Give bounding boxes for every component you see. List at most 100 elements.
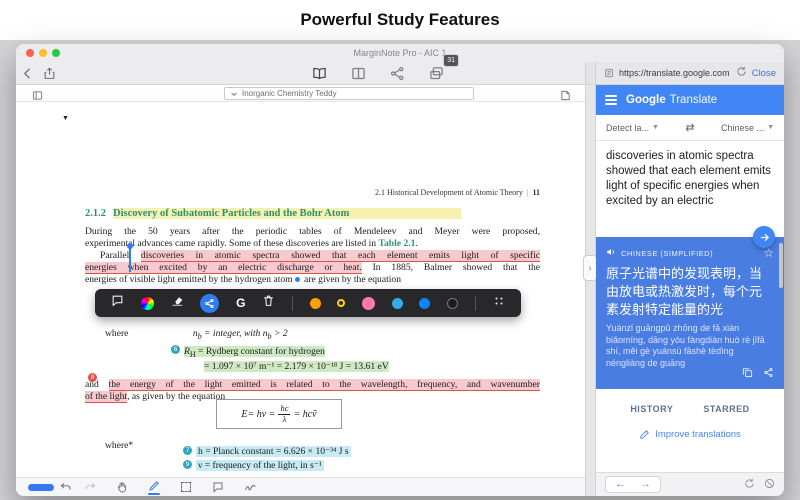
history-tab[interactable]: HISTORY bbox=[630, 404, 673, 414]
pan-tool-button[interactable] bbox=[110, 478, 134, 497]
copy-translation-button[interactable] bbox=[742, 365, 753, 383]
source-language-select[interactable]: Detect la...▼ bbox=[606, 123, 659, 133]
highlighted-text[interactable]: energies when excited by an electric dis… bbox=[85, 262, 362, 274]
note-index-badge[interactable]: 8 bbox=[88, 373, 97, 382]
minimize-window-button[interactable] bbox=[39, 49, 47, 57]
document-tab[interactable]: Inorganic Chemistry Teddy bbox=[224, 87, 474, 100]
note-index-badge[interactable]: 7 bbox=[183, 446, 192, 455]
reload-button[interactable] bbox=[736, 64, 747, 82]
document-tab-label: Inorganic Chemistry Teddy bbox=[242, 89, 337, 98]
color-swatch-yellow[interactable] bbox=[337, 299, 345, 307]
highlighted-text[interactable]: of the light bbox=[85, 391, 127, 403]
share-button[interactable] bbox=[38, 62, 60, 84]
color-swatch-teal[interactable] bbox=[392, 298, 403, 309]
main-toolbar: 31 https://translate.google.com Close bbox=[16, 62, 784, 85]
marquee-select-button[interactable] bbox=[174, 478, 198, 497]
page-icon bbox=[604, 68, 614, 78]
link-note-button[interactable] bbox=[200, 294, 219, 313]
share-icon bbox=[43, 67, 56, 80]
note-index-badge[interactable]: 6 bbox=[171, 345, 180, 354]
delete-button[interactable] bbox=[262, 294, 275, 312]
share-icon bbox=[763, 367, 774, 378]
color-wheel-button[interactable] bbox=[141, 297, 154, 310]
back-button[interactable] bbox=[16, 62, 38, 84]
color-swatch-blue[interactable] bbox=[419, 298, 430, 309]
eraser-button[interactable] bbox=[171, 294, 184, 312]
heading-title: Discovery of Subatomic Particles and the… bbox=[113, 208, 461, 219]
swap-languages-button[interactable]: ⇄ bbox=[685, 121, 694, 134]
scroll-indicator[interactable] bbox=[28, 484, 54, 491]
improve-translations-link[interactable]: Improve translations bbox=[596, 429, 784, 440]
pane-divider[interactable]: › bbox=[585, 85, 596, 496]
target-language-select[interactable]: Chinese ...▼ bbox=[721, 123, 774, 133]
flashcards-count-badge: 31 bbox=[443, 54, 459, 67]
share-node-icon bbox=[204, 298, 215, 309]
redo-button[interactable] bbox=[78, 478, 102, 497]
note-index-badge[interactable]: 9 bbox=[183, 460, 192, 469]
more-options-button[interactable] bbox=[493, 294, 505, 312]
color-swatch-orange[interactable] bbox=[310, 298, 321, 309]
selection-start-handle[interactable] bbox=[129, 248, 131, 272]
highlighted-text[interactable]: the energy of the light emitted is relat… bbox=[109, 379, 540, 391]
annotation-flag-icon[interactable]: ▼ bbox=[62, 115, 69, 122]
footer-tabs: HISTORY STARRED bbox=[596, 389, 784, 414]
window-titlebar: MarginNote Pro - AIC 1 bbox=[16, 44, 784, 62]
close-window-button[interactable] bbox=[26, 49, 34, 57]
listen-button[interactable] bbox=[606, 244, 616, 262]
chevron-right-icon: › bbox=[588, 263, 591, 274]
menu-button[interactable] bbox=[605, 95, 617, 105]
zoom-window-button[interactable] bbox=[52, 49, 60, 57]
flashcards-mode-button[interactable]: 31 bbox=[425, 63, 447, 85]
scribble-tool-button[interactable] bbox=[238, 478, 262, 497]
highlighted-text[interactable]: discoveries in atomic spectra showed tha… bbox=[141, 250, 540, 262]
nav-back-button[interactable]: ← bbox=[615, 478, 626, 491]
star-translation-button[interactable]: ☆ bbox=[763, 246, 774, 260]
where-line: where* bbox=[105, 440, 133, 451]
eraser-icon bbox=[171, 294, 184, 307]
url-field[interactable]: https://translate.google.com bbox=[619, 68, 731, 78]
mindmap-mode-button[interactable] bbox=[386, 63, 408, 85]
panel-scrollbar[interactable] bbox=[779, 243, 783, 288]
color-swatch-black[interactable] bbox=[447, 298, 458, 309]
starred-tab[interactable]: STARRED bbox=[703, 404, 749, 414]
screen: Powerful Study Features MarginNote Pro -… bbox=[0, 0, 800, 500]
google-translate-header: GoogleTranslate bbox=[596, 85, 784, 115]
heading-number: 2.1.2 bbox=[85, 208, 106, 219]
selected-equation[interactable]: E = hν = hcλ = hcṽ bbox=[216, 399, 342, 429]
panel-bottom-bar: ← → bbox=[596, 472, 784, 496]
body-text: In 1885, Balmer showed that the bbox=[362, 262, 540, 273]
redo-icon bbox=[84, 481, 96, 493]
document-page: ▼ 2.1 Historical Development of Atomic T… bbox=[16, 102, 585, 477]
block-content-button[interactable] bbox=[764, 476, 775, 494]
pen-tool-button[interactable] bbox=[142, 478, 166, 497]
body-text: , as given by the equation bbox=[127, 391, 225, 402]
refresh-page-button[interactable] bbox=[744, 476, 755, 494]
table-link[interactable]: Table 2.1 bbox=[378, 238, 415, 249]
comment-tool-button[interactable] bbox=[206, 478, 230, 497]
share-translation-button[interactable] bbox=[763, 365, 774, 383]
nav-forward-button[interactable]: → bbox=[640, 478, 651, 491]
close-panel-button[interactable]: Close bbox=[752, 68, 776, 79]
open-book-icon bbox=[312, 66, 327, 81]
split-view-button[interactable] bbox=[347, 63, 369, 85]
arrow-right-icon bbox=[759, 232, 770, 243]
browser-bar: https://translate.google.com Close bbox=[596, 62, 784, 84]
highlighted-text[interactable]: = 1.097 × 10⁷ m⁻¹ = 2.179 × 10⁻¹⁸ J = 13… bbox=[204, 361, 389, 372]
reload-icon bbox=[736, 66, 747, 77]
highlighted-text[interactable]: ν = frequency of the light, in s⁻¹ bbox=[196, 460, 324, 471]
rydberg-values-line: = 1.097 × 10⁷ m⁻¹ = 2.179 × 10⁻¹⁸ J = 13… bbox=[204, 361, 389, 372]
rydberg-line: RH = Rydberg constant for hydrogen bbox=[184, 346, 325, 359]
document-mode-button[interactable] bbox=[308, 63, 330, 85]
pen-icon bbox=[148, 480, 160, 492]
google-search-button[interactable]: G bbox=[236, 296, 245, 310]
highlighted-text[interactable]: RH = Rydberg constant for hydrogen bbox=[184, 346, 325, 357]
expand-panel-button[interactable]: › bbox=[583, 255, 597, 281]
selection-end-handle[interactable] bbox=[295, 277, 300, 282]
color-swatch-pink[interactable] bbox=[362, 297, 375, 310]
comment-button[interactable] bbox=[111, 294, 124, 312]
highlighted-text[interactable]: h = Planck constant = 6.626 × 10⁻³⁴ J s bbox=[196, 446, 351, 457]
comment-icon bbox=[111, 294, 124, 307]
translate-action-button[interactable] bbox=[753, 226, 775, 248]
undo-button[interactable] bbox=[54, 478, 78, 497]
source-text-area[interactable]: discoveries in atomic spectra showed tha… bbox=[596, 141, 784, 237]
